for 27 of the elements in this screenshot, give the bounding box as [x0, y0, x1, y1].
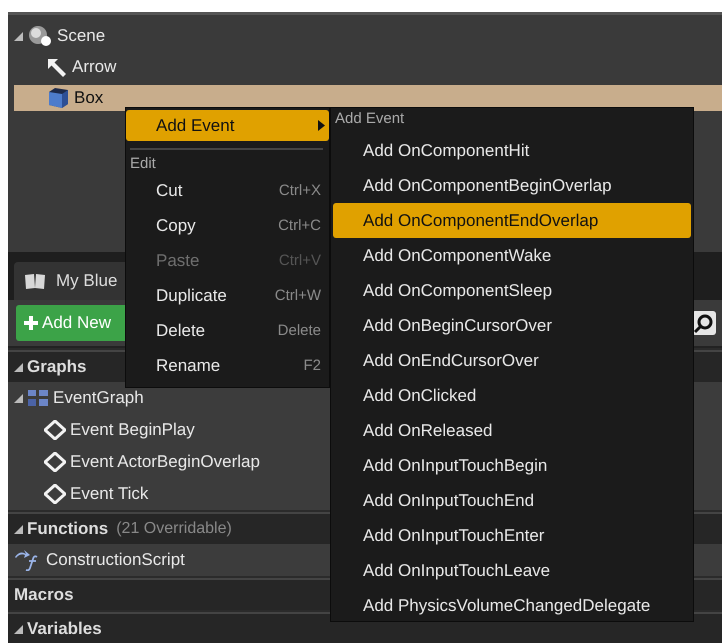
item-label: Event Tick [70, 484, 148, 504]
section-title: Graphs [27, 357, 87, 377]
shortcut-label: Ctrl+W [274, 287, 321, 304]
section-title: Variables [27, 619, 102, 639]
menu-section-header: Add Event [334, 109, 406, 129]
menu-item-label: Copy [156, 216, 196, 236]
menu-item-label: Rename [156, 356, 220, 376]
shortcut-label: F2 [303, 357, 321, 374]
shortcut-label: Delete [278, 322, 321, 339]
item-label: EventGraph [53, 388, 144, 408]
section-count: (21 Overridable) [116, 520, 232, 538]
section-title: Functions [27, 519, 108, 539]
tree-item-label: Arrow [72, 57, 116, 77]
shortcut-label: Ctrl+X [278, 182, 321, 199]
section-title: Macros [14, 585, 74, 605]
menu-item-label: Paste [156, 250, 200, 270]
menu-item-label: Cut [156, 180, 182, 200]
shortcut-label: Ctrl+C [278, 217, 321, 234]
menu-item-label: Delete [156, 320, 206, 340]
tree-item-label: Scene [57, 26, 106, 46]
menu-section-header: Edit [129, 155, 157, 173]
item-label: ConstructionScript [46, 550, 185, 570]
menu-item-label: Duplicate [156, 286, 227, 306]
item-label: Event ActorBeginOverlap [70, 452, 260, 472]
item-label: Event BeginPlay [70, 420, 195, 440]
tree-item-label: Box [74, 88, 104, 108]
shortcut-label: Ctrl+V [278, 252, 321, 269]
